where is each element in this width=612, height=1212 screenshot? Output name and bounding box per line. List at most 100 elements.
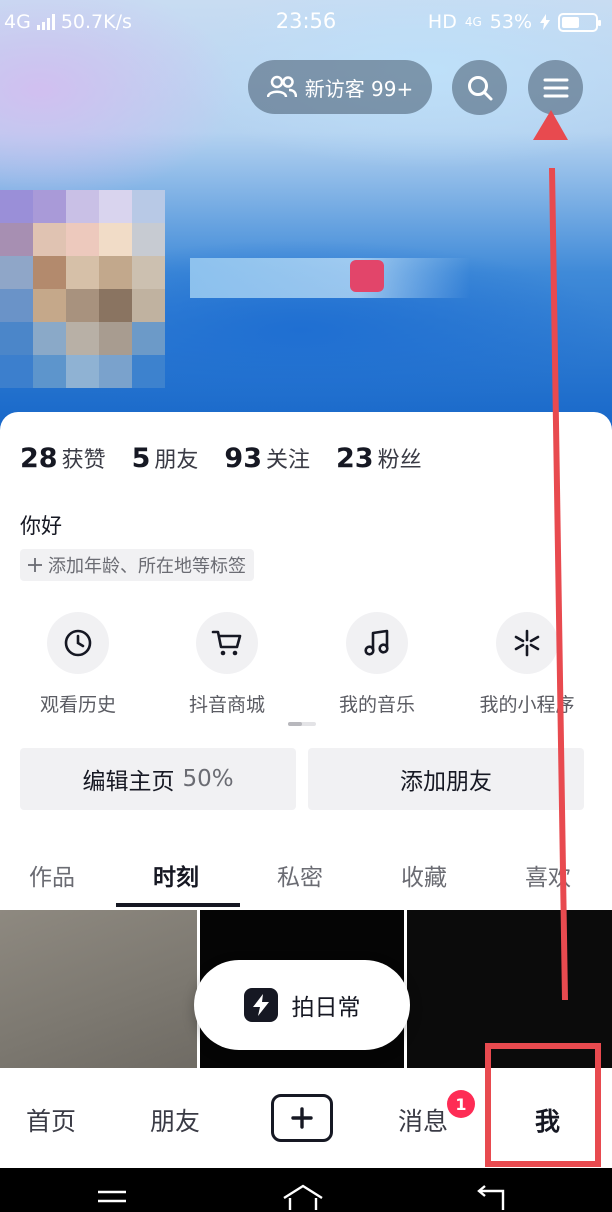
profile-card: 28 获赞 5 朋友 93 关注 23 粉丝 你好 添加年龄、所在地等标签 观看… xyxy=(0,412,612,912)
menu-icon xyxy=(543,78,568,97)
mosaic-tile xyxy=(132,256,165,289)
mosaic-tile xyxy=(66,223,99,256)
tab-works[interactable]: 作品 xyxy=(29,858,75,892)
nav-messages[interactable]: 消息 xyxy=(398,1102,448,1138)
menu-icon[interactable] xyxy=(97,1190,127,1204)
tab-favorites[interactable]: 收藏 xyxy=(401,858,447,892)
clock-icon xyxy=(64,629,92,657)
add-friend-button[interactable]: 添加朋友 xyxy=(308,748,584,810)
mosaic-tile xyxy=(132,322,165,355)
system-nav-bar xyxy=(0,1168,612,1212)
stat-number: 28 xyxy=(20,443,58,474)
shortcut-label: 抖音商城 xyxy=(188,694,265,716)
battery-icon xyxy=(558,12,601,32)
stat-likes: 28 获赞 xyxy=(20,442,106,474)
stat-number: 5 xyxy=(131,443,151,474)
stat-friends[interactable]: 5 朋友 xyxy=(132,442,199,474)
shoot-daily-button[interactable]: 拍日常 xyxy=(194,960,410,1050)
mosaic-tile xyxy=(33,289,66,322)
network-type-right: 4G xyxy=(464,15,482,29)
mosaic-tile xyxy=(0,223,33,256)
battery-percent: 53% xyxy=(489,11,532,33)
mosaic-tile xyxy=(33,355,66,388)
mosaic-tile xyxy=(0,322,33,355)
grid-item[interactable] xyxy=(0,910,197,1068)
create-button[interactable] xyxy=(271,1094,333,1142)
stat-number: 93 xyxy=(224,443,262,474)
stat-label: 粉丝 xyxy=(377,448,422,473)
username-blurred xyxy=(190,258,470,298)
add-tags-button[interactable]: 添加年龄、所在地等标签 xyxy=(20,549,254,581)
shortcut-label: 观看历史 xyxy=(39,694,116,716)
nav-home[interactable]: 首页 xyxy=(26,1102,76,1138)
home-icon[interactable] xyxy=(282,1184,324,1210)
stat-following[interactable]: 93 关注 xyxy=(224,442,310,474)
mosaic-tile xyxy=(66,289,99,322)
plus-icon xyxy=(291,1107,313,1129)
plus-icon xyxy=(28,558,42,572)
shortcuts-row: 观看历史 抖音商城 我的音乐 我的小程序 xyxy=(0,612,612,722)
mosaic-tile xyxy=(66,322,99,355)
edit-profile-progress: 50% xyxy=(182,766,234,792)
shortcut-music[interactable]: 我的音乐 xyxy=(307,612,447,717)
messages-badge: 1 xyxy=(447,1090,475,1118)
mosaic-tile xyxy=(99,223,132,256)
mosaic-tile xyxy=(0,355,33,388)
stat-number: 23 xyxy=(336,443,374,474)
menu-button[interactable] xyxy=(528,60,583,115)
bottom-nav: 首页 朋友 消息 1 我 xyxy=(0,1068,612,1168)
nav-friends[interactable]: 朋友 xyxy=(150,1102,200,1138)
add-tags-label: 添加年龄、所在地等标签 xyxy=(48,556,246,577)
shortcut-label: 我的音乐 xyxy=(338,694,415,716)
stat-label: 朋友 xyxy=(154,448,199,473)
mosaic-tile xyxy=(0,289,33,322)
people-icon xyxy=(266,75,297,98)
cart-icon xyxy=(211,630,242,656)
stat-label: 获赞 xyxy=(61,448,106,473)
mosaic-tile xyxy=(33,190,66,223)
mosaic-tile xyxy=(99,322,132,355)
edit-profile-label: 编辑主页 xyxy=(82,769,175,795)
tab-private[interactable]: 私密 xyxy=(277,858,323,892)
tab-moments[interactable]: 时刻 xyxy=(153,858,199,892)
new-visitors-button[interactable]: 新访客 99+ xyxy=(248,60,432,114)
mosaic-tile xyxy=(0,256,33,289)
edit-profile-button[interactable]: 编辑主页 50% xyxy=(20,748,296,810)
shortcut-mall[interactable]: 抖音商城 xyxy=(157,612,297,717)
stat-label: 关注 xyxy=(265,448,310,473)
mosaic-tile xyxy=(99,190,132,223)
shortcut-label: 我的小程序 xyxy=(479,694,575,716)
shortcut-mini-programs[interactable]: 我的小程序 xyxy=(457,612,597,717)
stats-row: 28 获赞 5 朋友 93 关注 23 粉丝 xyxy=(20,442,422,474)
mosaic-tile xyxy=(132,190,165,223)
mosaic-tile xyxy=(33,322,66,355)
shortcut-watch-history[interactable]: 观看历史 xyxy=(8,612,148,717)
bio-text: 你好 xyxy=(20,514,62,538)
mosaic-tile xyxy=(132,355,165,388)
shoot-daily-label: 拍日常 xyxy=(291,995,361,1021)
lightning-icon xyxy=(243,988,278,1022)
mosaic-tile xyxy=(33,256,66,289)
active-tab-indicator xyxy=(116,903,240,907)
mosaic-tile xyxy=(99,355,132,388)
search-icon xyxy=(467,75,492,100)
add-friend-label: 添加朋友 xyxy=(400,769,492,795)
asterisk-icon xyxy=(514,629,540,657)
username-blurred-accent xyxy=(350,260,384,292)
mosaic-tile xyxy=(66,355,99,388)
search-button[interactable] xyxy=(452,60,507,115)
mosaic-tile xyxy=(99,256,132,289)
mosaic-tile xyxy=(132,223,165,256)
music-icon xyxy=(364,629,389,656)
mosaic-tile xyxy=(66,256,99,289)
mosaic-tile xyxy=(99,289,132,322)
stat-followers[interactable]: 23 粉丝 xyxy=(336,442,422,474)
mosaic-tile xyxy=(33,223,66,256)
mosaic-tile xyxy=(132,289,165,322)
tab-likes[interactable]: 喜欢 xyxy=(525,858,571,892)
nav-me[interactable]: 我 xyxy=(535,1102,560,1138)
grid-item[interactable] xyxy=(407,910,612,1068)
charging-icon xyxy=(540,14,550,30)
content-tabs: 作品 时刻 私密 收藏 喜欢 xyxy=(0,842,612,908)
back-icon[interactable] xyxy=(475,1184,507,1210)
